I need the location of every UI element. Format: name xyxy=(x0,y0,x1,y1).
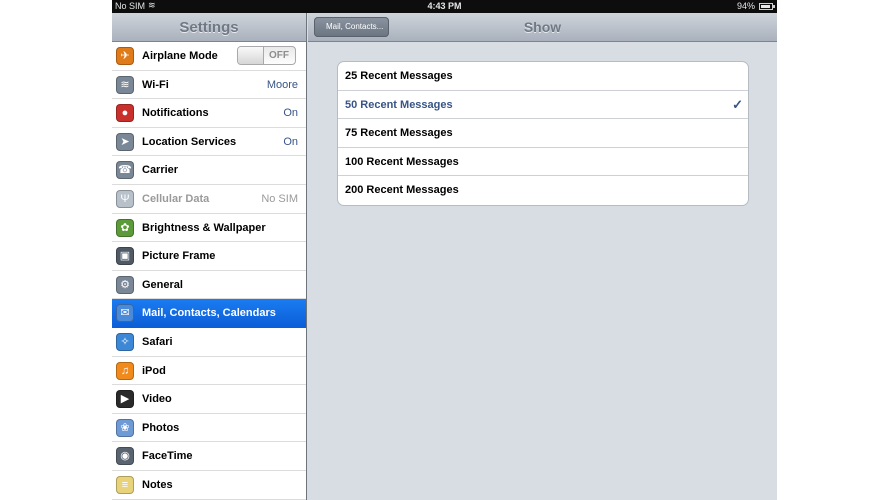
status-bar: No SIM ≋ 4:43 PM 94% xyxy=(112,0,777,13)
wifi-icon: ≋ xyxy=(116,75,134,94)
settings-item-ipod[interactable]: ♫ iPod xyxy=(112,356,306,386)
settings-item-picture-frame[interactable]: ▣ Picture Frame xyxy=(112,242,306,271)
battery-fill xyxy=(761,5,770,8)
notes-icon: ≡ xyxy=(116,475,134,494)
settings-item-value: On xyxy=(283,107,298,120)
settings-item-mail-contacts-calendars[interactable]: ✉ Mail, Contacts, Calendars xyxy=(112,299,306,328)
photos-icon: ❀ xyxy=(116,418,134,437)
show-options-group: 25 Recent Messages 50 Recent Messages ✓ 75 … xyxy=(337,61,749,206)
settings-item-label: Notes xyxy=(142,478,173,491)
option-row[interactable]: 25 Recent Messages xyxy=(338,62,748,91)
clock: 4:43 PM xyxy=(427,1,462,11)
location-icon: ➤ xyxy=(116,132,134,151)
battery-icon xyxy=(759,3,775,10)
ipod-icon: ♫ xyxy=(116,361,134,380)
mail-icon: ✉ xyxy=(116,304,134,323)
ipad-screen: No SIM ≋ 4:43 PM 94% Settings ✈ Airplane … xyxy=(112,0,777,500)
settings-list: ✈ Airplane Mode OFF ≋ Wi-Fi Moore ● Notificatio… xyxy=(112,42,306,500)
safari-icon: ✧ xyxy=(116,332,134,351)
cellular-icon: Ψ xyxy=(116,189,134,208)
settings-item-label: Photos xyxy=(142,421,180,434)
settings-item-label: Airplane Mode xyxy=(142,50,218,62)
gear-icon: ⚙ xyxy=(116,275,134,294)
picture-frame-icon: ▣ xyxy=(116,247,134,266)
settings-item-airplane-mode[interactable]: ✈ Airplane Mode OFF xyxy=(112,42,306,71)
settings-item-location-services[interactable]: ➤ Location Services On xyxy=(112,127,306,157)
settings-nav-bar: Settings xyxy=(112,13,306,42)
detail-nav-bar: Show Mail, Contacts... xyxy=(308,13,777,42)
toggle-state-label: OFF xyxy=(269,50,289,61)
settings-pane: Settings ✈ Airplane Mode OFF ≋ Wi-Fi Moore ● No… xyxy=(112,13,307,500)
settings-item-label: Brightness & Wallpaper xyxy=(142,221,266,234)
settings-title: Settings xyxy=(179,19,239,36)
settings-item-value: On xyxy=(283,135,298,148)
airplane-mode-toggle[interactable]: OFF xyxy=(237,46,296,65)
settings-item-carrier[interactable]: ☎ Carrier xyxy=(112,156,306,185)
settings-item-brightness-wallpaper[interactable]: ✿ Brightness & Wallpaper xyxy=(112,213,306,243)
settings-item-value: Moore xyxy=(266,78,298,91)
battery-percentage: 94% xyxy=(736,1,755,11)
back-button[interactable]: Mail, Contacts... xyxy=(314,17,390,37)
option-row[interactable]: 200 Recent Messages xyxy=(338,176,748,205)
settings-item-label: FaceTime xyxy=(142,450,193,463)
settings-item-label: iPod xyxy=(142,364,166,377)
airplane-icon: ✈ xyxy=(116,47,134,65)
settings-item-general[interactable]: ⚙ General xyxy=(112,270,306,300)
settings-item-label: Wi-Fi xyxy=(142,78,169,91)
settings-item-label: Video xyxy=(142,393,172,406)
settings-item-safari[interactable]: ✧ Safari xyxy=(112,327,306,357)
settings-item-notes[interactable]: ≡ Notes xyxy=(112,470,306,500)
phone-icon: ☎ xyxy=(116,161,134,180)
option-label: 50 Recent Messages xyxy=(345,98,453,111)
settings-item-label: Location Services xyxy=(142,135,237,148)
settings-item-label: Picture Frame xyxy=(142,250,216,263)
facetime-icon: ◉ xyxy=(116,447,134,466)
settings-item-value: No SIM xyxy=(261,192,298,205)
option-row[interactable]: 50 Recent Messages ✓ xyxy=(338,91,748,120)
settings-item-label: Mail, Contacts, Calendars xyxy=(142,307,276,320)
settings-item-video[interactable]: ▶ Video xyxy=(112,385,306,414)
checkmark-icon: ✓ xyxy=(732,96,743,112)
settings-item-label: Cellular Data xyxy=(142,192,210,205)
option-row[interactable]: 75 Recent Messages xyxy=(338,119,748,148)
settings-item-cellular-data[interactable]: Ψ Cellular Data No SIM xyxy=(112,184,306,214)
settings-item-notifications[interactable]: ● Notifications On xyxy=(112,99,306,128)
settings-item-label: Notifications xyxy=(142,107,209,120)
notifications-icon: ● xyxy=(116,104,134,123)
brightness-icon: ✿ xyxy=(116,218,134,237)
video-icon: ▶ xyxy=(116,390,134,409)
settings-item-wi-fi[interactable]: ≋ Wi-Fi Moore xyxy=(112,70,306,100)
settings-item-photos[interactable]: ❀ Photos xyxy=(112,413,306,443)
option-label: 100 Recent Messages xyxy=(345,155,459,168)
settings-item-label: Carrier xyxy=(142,164,179,177)
settings-item-facetime[interactable]: ◉ FaceTime xyxy=(112,442,306,471)
detail-pane: Show Mail, Contacts... 25 Recent Message… xyxy=(308,13,777,500)
toggle-knob xyxy=(238,47,264,64)
option-row[interactable]: 100 Recent Messages xyxy=(338,148,748,177)
settings-item-label: General xyxy=(142,278,183,291)
option-label: 25 Recent Messages xyxy=(345,70,453,82)
option-label: 75 Recent Messages xyxy=(345,127,453,140)
settings-item-label: Safari xyxy=(142,335,173,348)
option-label: 200 Recent Messages xyxy=(345,184,459,197)
